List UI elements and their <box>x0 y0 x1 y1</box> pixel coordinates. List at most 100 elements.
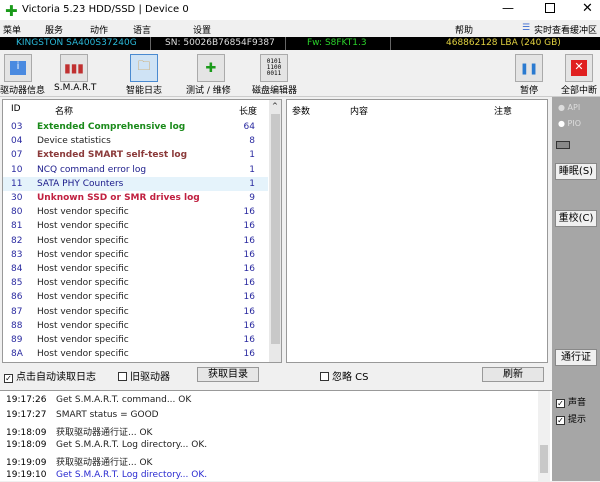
list-row[interactable]: 8A Host vendor specific 16 <box>3 347 268 361</box>
log-detail-table: 参数 内容 注意 <box>286 99 548 363</box>
list-row[interactable]: 81 Host vendor specific 16 <box>3 219 268 233</box>
row-name: Host vendor specific <box>37 278 129 289</box>
log-scrollbar[interactable] <box>538 391 550 482</box>
maximize-button[interactable] <box>545 3 555 13</box>
smart-button[interactable]: ▮▮▮ <box>60 54 88 82</box>
toolbar: i 驱动器信息 ▮▮▮ S.M.A.R.T 🗀 智能日志 ✚ 测试 / 维修 0… <box>0 50 600 97</box>
log-message: 获取驱动器通行证... OK <box>56 458 153 468</box>
col-id[interactable]: ID <box>11 104 21 114</box>
stop-all-label: 全部中断 <box>561 86 598 96</box>
sleep-button[interactable]: 睡眠(S) <box>555 163 597 180</box>
auto-read-checkbox[interactable]: ✓ 点击自动读取日志 <box>4 368 96 383</box>
old-driver-label: 旧驱动器 <box>130 372 170 383</box>
row-length: 16 <box>243 278 255 289</box>
row-name: Host vendor specific <box>37 249 129 260</box>
side-panel: ● API ● PIO 睡眠(S) 重校(C) 通行证 <box>552 97 600 387</box>
passport-button[interactable]: 通行证 <box>555 349 597 366</box>
sound-checkbox[interactable]: ✓ 声音 <box>556 395 586 408</box>
col-param[interactable]: 参数 <box>292 104 310 117</box>
list-row[interactable]: 86 Host vendor specific 16 <box>3 290 268 304</box>
col-note[interactable]: 注意 <box>494 104 512 117</box>
list-row[interactable]: 04 Device statistics 8 <box>3 134 268 148</box>
menu-bar: 菜单 服务 动作 语言 设置 帮助 ☰ 实时查看缓冲区 <box>0 20 600 37</box>
log-scrollbar-thumb[interactable] <box>540 445 548 473</box>
list-row[interactable]: 84 Host vendor specific 16 <box>3 262 268 276</box>
list-row[interactable]: 88 Host vendor specific 16 <box>3 319 268 333</box>
list-scrollbar[interactable]: ^ <box>269 100 281 362</box>
sound-label: 声音 <box>568 398 587 408</box>
row-name: Host vendor specific <box>37 221 129 232</box>
row-name: Host vendor specific <box>37 306 129 317</box>
row-length: 16 <box>243 335 255 345</box>
get-directory-button[interactable]: 获取目录 <box>197 367 259 382</box>
col-length[interactable]: 长度 <box>239 104 257 117</box>
list-row[interactable]: 87 Host vendor specific 16 <box>3 305 268 319</box>
row-id: 07 <box>11 150 23 161</box>
list-row[interactable]: 83 Host vendor specific 16 <box>3 248 268 262</box>
minimize-button[interactable]: — <box>502 1 514 15</box>
hints-checkbox[interactable]: ✓ 提示 <box>556 412 586 425</box>
pause-icon: ❚❚ <box>519 61 539 75</box>
menu-service[interactable]: 服务 <box>45 23 63 36</box>
menu-action[interactable]: 动作 <box>90 23 108 36</box>
row-length: 16 <box>243 221 255 232</box>
pio-label: PIO <box>567 119 582 128</box>
row-length: 8 <box>249 136 255 147</box>
list-row[interactable]: 80 Host vendor specific 16 <box>3 205 268 219</box>
col-name[interactable]: 名称 <box>55 104 73 117</box>
row-id: 87 <box>11 306 23 317</box>
ignore-cs-checkbox[interactable]: 忽略 CS <box>320 368 369 383</box>
list-row[interactable]: 85 Host vendor specific 16 <box>3 276 268 290</box>
row-id: 85 <box>11 278 23 289</box>
list-row[interactable]: 30 Unknown SSD or SMR drives log 9 <box>3 191 268 205</box>
col-content[interactable]: 内容 <box>350 104 368 117</box>
scrollbar-thumb[interactable] <box>271 114 280 344</box>
list-row[interactable]: 07 Extended SMART self-test log 1 <box>3 148 268 162</box>
test-button[interactable]: ✚ <box>197 54 225 82</box>
plus-icon: ✚ <box>205 60 217 76</box>
list-row[interactable]: 89 Host vendor specific 16 <box>3 333 268 347</box>
row-length: 16 <box>243 292 255 303</box>
row-name: Extended SMART self-test log <box>37 150 188 161</box>
log-entry: 19:19:10 Get S.M.A.R.T. Log directory... … <box>6 470 207 480</box>
menu-help[interactable]: 帮助 <box>455 23 473 36</box>
log-time: 19:18:09 <box>6 440 47 450</box>
menu-main[interactable]: 菜单 <box>3 23 21 36</box>
row-id: 86 <box>11 292 23 303</box>
old-driver-checkbox[interactable]: 旧驱动器 <box>118 368 170 383</box>
row-id: 80 <box>11 207 23 218</box>
disk-editor-label: 磁盘编辑器 <box>252 86 298 96</box>
pio-radio[interactable]: ● PIO <box>558 119 581 128</box>
drive-info-button[interactable]: i <box>4 54 32 82</box>
scroll-up-icon[interactable]: ^ <box>272 102 278 110</box>
disk-editor-button[interactable]: 0101 1100 0011 <box>260 54 288 82</box>
row-length: 9 <box>249 193 255 203</box>
info-icon: i <box>10 61 26 75</box>
pause-button[interactable]: ❚❚ <box>515 54 543 82</box>
list-row[interactable]: 10 NCQ command error log 1 <box>3 163 268 177</box>
log-message: SMART status = GOOD <box>56 410 159 420</box>
api-radio[interactable]: ● API <box>558 103 580 112</box>
menu-buffer[interactable]: 实时查看缓冲区 <box>534 23 597 36</box>
row-id: 10 <box>11 164 23 175</box>
log-entry: 19:18:09 获取驱动器通行证... OK <box>6 425 152 438</box>
log-entry: 19:17:26 Get S.M.A.R.T. command... OK <box>6 395 191 405</box>
menu-language[interactable]: 语言 <box>133 23 151 36</box>
binary-icon: 0101 1100 0011 <box>266 58 282 77</box>
menu-settings[interactable]: 设置 <box>193 23 211 36</box>
row-id: 84 <box>11 264 23 274</box>
row-id: 8A <box>11 349 23 360</box>
refresh-button[interactable]: 刷新 <box>482 367 544 382</box>
title-bar: ✚ Victoria 5.23 HDD/SSD | Device 0 — ✕ <box>0 0 600 20</box>
smart-log-button[interactable]: 🗀 <box>130 54 158 82</box>
list-row[interactable]: 11 SATA PHY Counters 1 <box>3 176 268 191</box>
row-name: Extended Comprehensive log <box>37 122 186 132</box>
row-length: 16 <box>243 264 255 274</box>
stop-all-button[interactable]: ✕ <box>565 54 593 82</box>
list-row[interactable]: 03 Extended Comprehensive log 64 <box>3 120 268 134</box>
window-title: Victoria 5.23 HDD/SSD | Device 0 <box>22 4 189 15</box>
row-length: 16 <box>243 306 255 317</box>
close-button[interactable]: ✕ <box>582 1 593 16</box>
list-row[interactable]: 82 Host vendor specific 16 <box>3 234 268 248</box>
recalibrate-button[interactable]: 重校(C) <box>555 210 597 227</box>
